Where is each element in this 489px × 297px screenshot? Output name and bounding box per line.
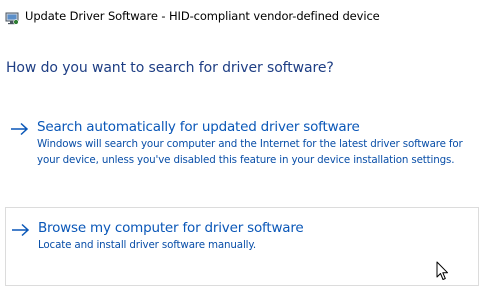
mouse-pointer-icon [436, 261, 449, 281]
page-heading: How do you want to search for driver sof… [6, 60, 334, 76]
arrow-right-icon [11, 222, 30, 237]
device-manager-icon [5, 10, 19, 25]
window-title: Update Driver Software - HID-compliant v… [25, 9, 380, 23]
browse-computer-option[interactable]: Browse my computer for driver software L… [5, 207, 479, 286]
search-automatically-option[interactable]: Search automatically for updated driver … [5, 112, 479, 194]
browse-computer-description: Locate and install driver software manua… [38, 239, 256, 251]
browse-computer-title: Browse my computer for driver software [38, 220, 304, 236]
title-bar: Update Driver Software - HID-compliant v… [0, 0, 489, 34]
search-automatically-description: Windows will search your computer and th… [37, 138, 463, 166]
search-automatically-title: Search automatically for updated driver … [37, 119, 360, 135]
arrow-right-icon [10, 121, 29, 136]
